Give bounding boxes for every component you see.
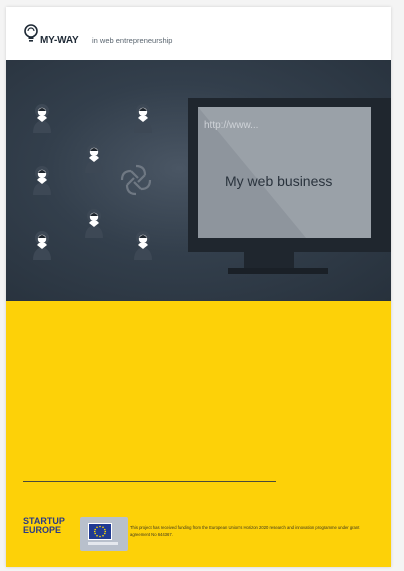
funding-acknowledgement: This project has received funding from t… <box>130 525 360 537</box>
eu-flag-caption <box>88 542 118 545</box>
brand-tagline: in web entrepreneurship <box>92 36 173 45</box>
yellow-panel: STARTUP EUROPE This project has received… <box>6 301 391 567</box>
header: MY-WAY in web entrepreneurship <box>6 7 391 60</box>
eu-stars-icon <box>93 525 107 538</box>
startup-logo-line2: EUROPE <box>23 525 62 535</box>
hero-illustration: http://www... My web business <box>6 60 391 301</box>
hero-artwork <box>33 98 391 274</box>
eu-flag-icon <box>80 517 128 551</box>
screen-title: My web business <box>225 173 333 189</box>
person-icon <box>134 104 152 133</box>
brand-name: MY-WAY <box>40 35 79 46</box>
person-icon <box>85 209 103 238</box>
eu-flag-field <box>88 523 112 540</box>
person-icon <box>33 104 51 133</box>
document-page: MY-WAY in web entrepreneurship http://ww… <box>6 7 391 567</box>
person-icon <box>33 231 51 260</box>
divider-line <box>23 481 276 482</box>
lightbulb-logo-icon <box>24 24 38 42</box>
browser-url-text: http://www... <box>204 120 259 131</box>
pinwheel-icon <box>120 164 152 196</box>
startup-europe-logo: STARTUP EUROPE <box>23 517 75 535</box>
person-icon <box>134 231 152 260</box>
person-icon <box>85 144 103 173</box>
person-icon <box>33 166 51 195</box>
